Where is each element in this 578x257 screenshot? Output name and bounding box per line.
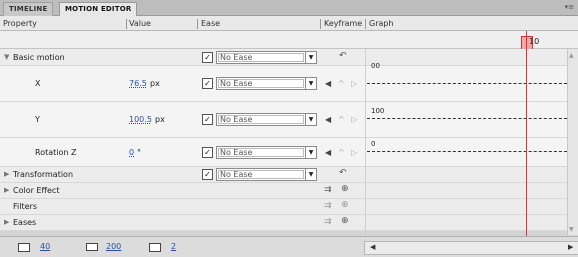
ease-dropdown-basic-motion[interactable]: No Ease ▼ xyxy=(216,51,317,64)
row-label-filters: Filters xyxy=(13,202,37,211)
ease-dropdown-rotation-z[interactable]: No Ease ▼ xyxy=(216,146,317,159)
ease-dropdown-value: No Ease xyxy=(220,79,253,88)
panel-menu-icon[interactable]: ▾≡ xyxy=(565,3,574,11)
add-keyframe-icon[interactable]: ^ xyxy=(338,148,345,157)
row-label-eases: Eases xyxy=(13,218,37,227)
header-divider xyxy=(197,19,198,29)
next-keyframe-icon[interactable]: ▷ xyxy=(351,79,357,88)
expanded-graph-size-icon xyxy=(86,243,98,251)
previous-keyframe-icon[interactable]: ◀ xyxy=(325,115,331,124)
row-label-rotation-z: Rotation Z xyxy=(35,148,77,157)
row-label-basic-motion: Basic motion xyxy=(13,53,65,62)
add-keyframe-icon[interactable]: ^ xyxy=(338,115,345,124)
header-property: Property xyxy=(3,19,37,28)
ease-dropdown-value: No Ease xyxy=(220,53,253,62)
scroll-left-icon[interactable]: ◀ xyxy=(370,243,375,251)
expand-triangle-icon[interactable]: ▶ xyxy=(4,170,9,178)
add-effect-icon[interactable]: ⊕ xyxy=(341,184,349,194)
graph-curve-y[interactable] xyxy=(367,118,567,119)
header-ease: Ease xyxy=(201,19,221,28)
x-value[interactable]: 76.5 xyxy=(129,79,147,88)
tab-timeline[interactable]: TIMELINE xyxy=(3,2,54,16)
row-label-transformation: Transformation xyxy=(13,170,74,179)
row-filters xyxy=(0,199,567,215)
column-header-row xyxy=(0,16,578,31)
scroll-up-icon[interactable]: ▲ xyxy=(569,52,574,59)
tab-motion-editor[interactable]: MOTION EDITOR xyxy=(59,2,138,16)
horizontal-scrollbar[interactable] xyxy=(364,241,578,255)
row-eases xyxy=(0,215,567,231)
scroll-right-icon[interactable]: ▶ xyxy=(568,243,573,251)
header-divider xyxy=(365,19,366,29)
dropdown-arrow-icon: ▼ xyxy=(305,169,316,180)
y-unit: px xyxy=(155,115,165,124)
row-color-effect xyxy=(0,183,567,199)
add-keyframe-icon[interactable]: ^ xyxy=(338,79,345,88)
reset-values-icon[interactable]: ↶ xyxy=(339,168,347,178)
x-unit: px xyxy=(150,79,160,88)
expanded-graph-size-value[interactable]: 200 xyxy=(106,242,121,251)
row-label-color-effect: Color Effect xyxy=(13,186,60,195)
expand-triangle-icon[interactable]: ▶ xyxy=(4,186,9,194)
row-label-y: Y xyxy=(35,115,40,124)
collapse-triangle-icon[interactable]: ▼ xyxy=(4,53,9,61)
rotation-z-value[interactable]: 0 xyxy=(129,148,134,157)
graph-value-y: 100 xyxy=(371,107,385,115)
playhead-frame: 10 xyxy=(529,37,540,46)
rotation-z-unit: ° xyxy=(137,148,141,157)
y-value[interactable]: 100.5 xyxy=(129,115,152,124)
graph-value-rotation-z: 0 xyxy=(371,140,376,148)
remove-filter-icon[interactable]: ⇉ xyxy=(324,201,332,211)
viewable-frames-value[interactable]: 2 xyxy=(171,242,176,251)
graph-column-divider xyxy=(365,49,366,236)
ease-enabled-checkbox[interactable]: ✓ xyxy=(202,52,213,63)
ease-enabled-checkbox[interactable]: ✓ xyxy=(202,78,213,89)
ease-dropdown-y[interactable]: No Ease ▼ xyxy=(216,113,317,126)
next-keyframe-icon[interactable]: ▷ xyxy=(351,148,357,157)
previous-keyframe-icon[interactable]: ◀ xyxy=(325,148,331,157)
remove-ease-icon[interactable]: ⇉ xyxy=(324,217,332,227)
header-divider xyxy=(126,19,127,29)
ease-dropdown-value: No Ease xyxy=(220,170,253,179)
next-keyframe-icon[interactable]: ▷ xyxy=(351,115,357,124)
ease-dropdown-x[interactable]: No Ease ▼ xyxy=(216,77,317,90)
row-label-x: X xyxy=(35,79,41,88)
ease-dropdown-value: No Ease xyxy=(220,115,253,124)
header-graph: Graph xyxy=(369,19,394,28)
ease-enabled-checkbox[interactable]: ✓ xyxy=(202,114,213,125)
reset-values-icon[interactable]: ↶ xyxy=(339,51,347,61)
remove-effect-icon[interactable]: ⇉ xyxy=(324,185,332,195)
previous-keyframe-icon[interactable]: ◀ xyxy=(325,79,331,88)
add-filter-icon[interactable]: ⊕ xyxy=(341,200,349,210)
header-divider xyxy=(320,19,321,29)
ease-enabled-checkbox[interactable]: ✓ xyxy=(202,169,213,180)
playhead-line[interactable] xyxy=(526,31,527,256)
ease-dropdown-transformation[interactable]: No Ease ▼ xyxy=(216,168,317,181)
ease-enabled-checkbox[interactable]: ✓ xyxy=(202,147,213,158)
timeline-ruler xyxy=(0,31,578,49)
graph-curve-x[interactable] xyxy=(367,83,567,84)
ease-dropdown-value: No Ease xyxy=(220,148,253,157)
viewable-frames-icon xyxy=(149,243,161,252)
expand-triangle-icon[interactable]: ▶ xyxy=(4,218,9,226)
dropdown-arrow-icon: ▼ xyxy=(305,52,316,63)
dropdown-arrow-icon: ▼ xyxy=(305,78,316,89)
header-keyframe: Keyframe xyxy=(324,19,363,28)
graph-value-x: 00 xyxy=(371,62,380,70)
dropdown-arrow-icon: ▼ xyxy=(305,114,316,125)
graph-size-icon xyxy=(18,243,30,252)
scroll-down-icon[interactable]: ▼ xyxy=(569,226,574,233)
vertical-scrollbar[interactable] xyxy=(567,49,578,235)
dropdown-arrow-icon: ▼ xyxy=(305,147,316,158)
add-ease-icon[interactable]: ⊕ xyxy=(341,216,349,226)
header-value: Value xyxy=(129,19,151,28)
graph-curve-rotation-z[interactable] xyxy=(367,151,567,152)
graph-size-value[interactable]: 40 xyxy=(40,242,50,251)
